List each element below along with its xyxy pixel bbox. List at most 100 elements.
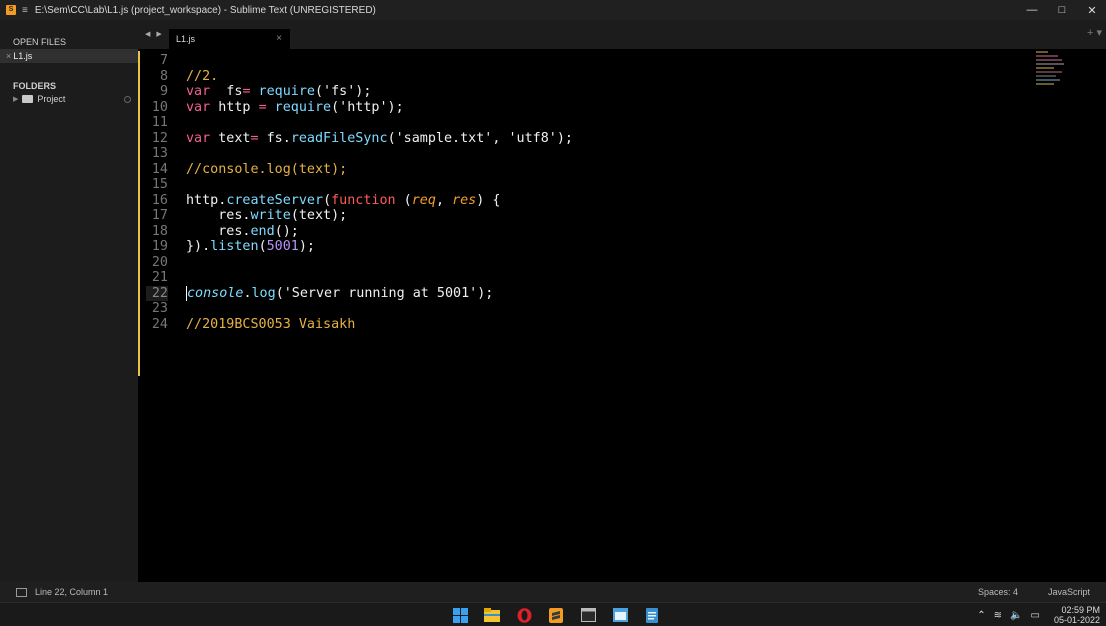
- tab-bar: ◀ ▶ L1.js × + ▾: [138, 20, 1106, 49]
- tab-label: L1.js: [176, 34, 196, 44]
- line-number: 9: [159, 84, 168, 99]
- code-token: readFileSync: [290, 130, 388, 146]
- system-tray: ⌃ ≋ 🔈 ▭ 02:59 PM 05-01-2022: [977, 605, 1100, 625]
- folders-heading: FOLDERS: [13, 81, 57, 91]
- code-token: (text);: [290, 208, 348, 223]
- code-token: }).: [186, 239, 211, 254]
- opera-browser-icon[interactable]: [516, 607, 532, 623]
- close-file-icon[interactable]: ×: [6, 51, 11, 61]
- disclosure-triangle-icon[interactable]: ▶: [13, 95, 18, 103]
- minimize-button[interactable]: —: [1018, 0, 1046, 20]
- code-line: 8 //2.: [146, 69, 573, 85]
- minimap[interactable]: [1036, 51, 1066, 91]
- close-button[interactable]: ✕: [1078, 0, 1106, 20]
- menu-icon[interactable]: ≡: [22, 5, 28, 16]
- window-controls: — □ ✕: [1016, 0, 1106, 20]
- code-line: 9 var fs = require ('fs');: [146, 84, 573, 100]
- code-token: fs: [210, 84, 243, 99]
- tab-nav-arrows[interactable]: ◀ ▶: [145, 30, 164, 38]
- minimap-line: [1036, 63, 1064, 65]
- code-line: 20: [146, 255, 573, 271]
- line-number: 18: [151, 223, 168, 239]
- code-token: listen: [210, 239, 259, 254]
- code-text: //2019BCS0053 Vaisakh: [186, 316, 356, 332]
- code-token: .: [243, 285, 252, 301]
- windows-start-icon[interactable]: [452, 607, 468, 623]
- terminal-icon[interactable]: [580, 607, 596, 623]
- code-token: ,: [435, 192, 453, 208]
- clock-date: 05-01-2022: [1053, 615, 1100, 625]
- line-number: 21: [151, 270, 168, 285]
- code-line: 13: [146, 146, 573, 162]
- code-area[interactable]: 7 8//2. 9 var fs = require ('fs'); 10 var ht…: [146, 53, 573, 332]
- file-explorer-icon[interactable]: [484, 607, 500, 623]
- minimap-line: [1036, 71, 1062, 73]
- code-text: //2.: [186, 68, 219, 84]
- chevron-up-icon[interactable]: ⌃: [977, 610, 985, 621]
- code-token: ) {: [476, 192, 501, 208]
- line-number: 10: [151, 99, 168, 115]
- code-token: require: [266, 99, 332, 115]
- notepad-icon[interactable]: [644, 607, 660, 623]
- code-line: 21: [146, 270, 573, 286]
- clock[interactable]: 02:59 PM 05-01-2022: [1054, 605, 1100, 625]
- code-line: 22 console. log ('Server running at 5001');: [146, 285, 573, 301]
- code-line: 19}). listen(5001);: [146, 239, 573, 255]
- minimap-line: [1036, 75, 1056, 77]
- taskbar: ⌃ ≋ 🔈 ▭ 02:59 PM 05-01-2022: [0, 602, 1106, 626]
- battery-icon[interactable]: ▭: [1031, 610, 1040, 621]
- code-token: console: [187, 285, 244, 301]
- code-token: http.: [186, 192, 227, 208]
- code-line: 12 var text = fs. readFileSync ('sample.txt'…: [146, 131, 573, 147]
- new-tab-icon[interactable]: + ▾: [1087, 26, 1102, 39]
- code-token: (: [323, 192, 332, 208]
- maximize-button[interactable]: □: [1048, 0, 1076, 20]
- code-token: require: [250, 84, 315, 99]
- minimap-line: [1036, 55, 1058, 57]
- minimap-line: [1036, 59, 1062, 61]
- status-bar: Line 22, Column 1 Spaces: 4 JavaScript: [0, 582, 1106, 602]
- line-number: 11: [151, 115, 168, 130]
- code-token: log: [251, 285, 276, 301]
- code-editor[interactable]: 7 8//2. 9 var fs = require ('fs'); 10 var ht…: [138, 49, 1106, 582]
- title-bar: S ≡ E:\Sem\CC\Lab\L1.js (project_workspa…: [0, 0, 1106, 20]
- folder-status-icon: [124, 95, 131, 103]
- line-number-current: 22: [146, 285, 168, 301]
- sublime-text-taskbar-icon[interactable]: [548, 607, 564, 623]
- toggle-sidebar-icon[interactable]: [16, 587, 27, 597]
- code-token: var: [186, 99, 211, 115]
- minimap-line: [1036, 79, 1060, 81]
- code-token: ('sample.txt', 'utf8');: [387, 130, 573, 146]
- code-line: 18 res. end ();: [146, 224, 573, 240]
- sidebar-item-project[interactable]: ▶ Project: [13, 94, 131, 104]
- indentation-setting[interactable]: Spaces: 4: [978, 587, 1018, 597]
- minimap-line: [1036, 51, 1048, 53]
- line-number: 13: [151, 146, 168, 161]
- code-line: 16 http. createServer(function (req, res) …: [146, 193, 573, 209]
- line-number: 8: [159, 68, 168, 84]
- syntax-selector[interactable]: JavaScript: [1048, 587, 1090, 597]
- code-token: =: [258, 99, 267, 115]
- tab-l1-js[interactable]: L1.js ×: [169, 29, 290, 49]
- code-token: res.: [186, 223, 251, 239]
- open-files-heading: OPEN FILES: [13, 37, 67, 47]
- code-token: http: [210, 99, 259, 115]
- open-file-item[interactable]: × L1.js: [0, 49, 138, 63]
- line-number: 19: [151, 239, 168, 254]
- wifi-icon[interactable]: ≋: [994, 610, 1002, 621]
- code-token: ('http');: [331, 99, 404, 115]
- open-file-label: L1.js: [13, 51, 33, 61]
- cursor-position: Line 22, Column 1: [35, 587, 109, 597]
- tab-close-icon[interactable]: ×: [276, 33, 282, 44]
- code-token: ('fs');: [315, 84, 372, 99]
- volume-icon[interactable]: 🔈: [1010, 610, 1022, 621]
- code-text: //console.log(text);: [186, 161, 348, 177]
- minimap-line: [1036, 67, 1054, 69]
- line-number: 16: [151, 192, 168, 208]
- code-token: fs.: [258, 130, 291, 146]
- app-window-icon[interactable]: [612, 607, 628, 623]
- code-token: var: [186, 84, 211, 99]
- line-number: 17: [151, 208, 168, 223]
- code-token: (: [258, 239, 267, 254]
- minimap-line: [1036, 83, 1054, 85]
